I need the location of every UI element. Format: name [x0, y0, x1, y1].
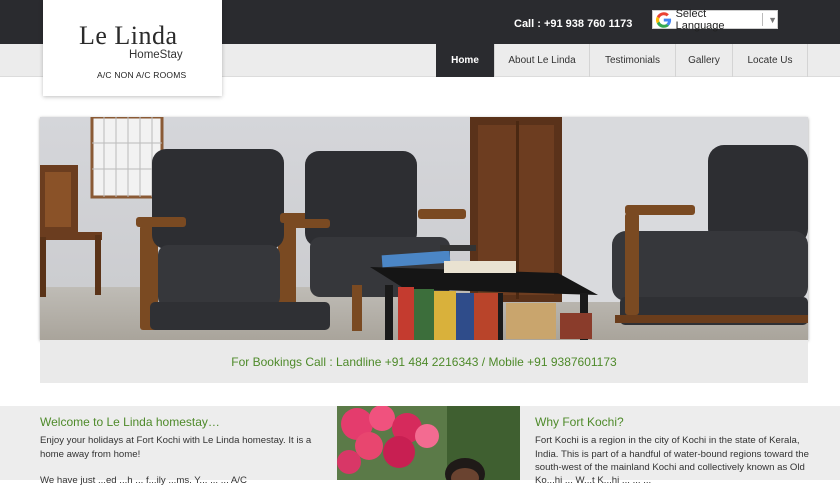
nav-gallery[interactable]: Gallery [675, 44, 732, 77]
booking-bar: For Bookings Call : Landline +91 484 221… [40, 340, 808, 383]
logo-subtitle: HomeStay [129, 49, 183, 61]
why-line-2: India. This is part of a handful of wate… [535, 449, 809, 460]
portrait-photo [337, 406, 520, 480]
nav-testimonials[interactable]: Testimonials [589, 44, 675, 77]
language-label: Select Language [675, 7, 725, 32]
why-title: Why Fort Kochi? [535, 415, 624, 429]
nav-home[interactable]: Home [436, 44, 494, 77]
welcome-line-2: home away from home! [40, 449, 141, 460]
google-icon [656, 11, 672, 28]
flower-portrait-image [337, 406, 520, 480]
call-number[interactable]: Call : +91 938 760 1173 [514, 18, 632, 30]
logo[interactable]: Le Linda HomeStay A/C NON A/C ROOMS [43, 0, 222, 96]
divider [762, 13, 764, 26]
why-line-3: south-west of the mainland Kochi and col… [535, 462, 805, 473]
logo-title: Le Linda [79, 21, 178, 50]
welcome-title: Welcome to Le Linda homestay… [40, 415, 220, 429]
living-room-photo [40, 117, 808, 340]
welcome-line-3: We have just ...ed ...h ... f...ily ...m… [40, 475, 247, 486]
welcome-line-1: Enjoy your holidays at Fort Kochi with L… [40, 435, 312, 446]
why-line-1: Fort Kochi is a region in the city of Ko… [535, 435, 800, 446]
why-line-4: Ko...hi ... W...t K...hi ... ... ... [535, 475, 652, 486]
nav-locate-us[interactable]: Locate Us [732, 44, 808, 77]
nav-about[interactable]: About Le Linda [494, 44, 589, 77]
chevron-down-icon: ▼ [768, 14, 777, 25]
logo-rooms: A/C NON A/C ROOMS [97, 70, 187, 80]
hero-image [40, 117, 808, 340]
language-selector[interactable]: Select Language ▼ [652, 7, 778, 32]
